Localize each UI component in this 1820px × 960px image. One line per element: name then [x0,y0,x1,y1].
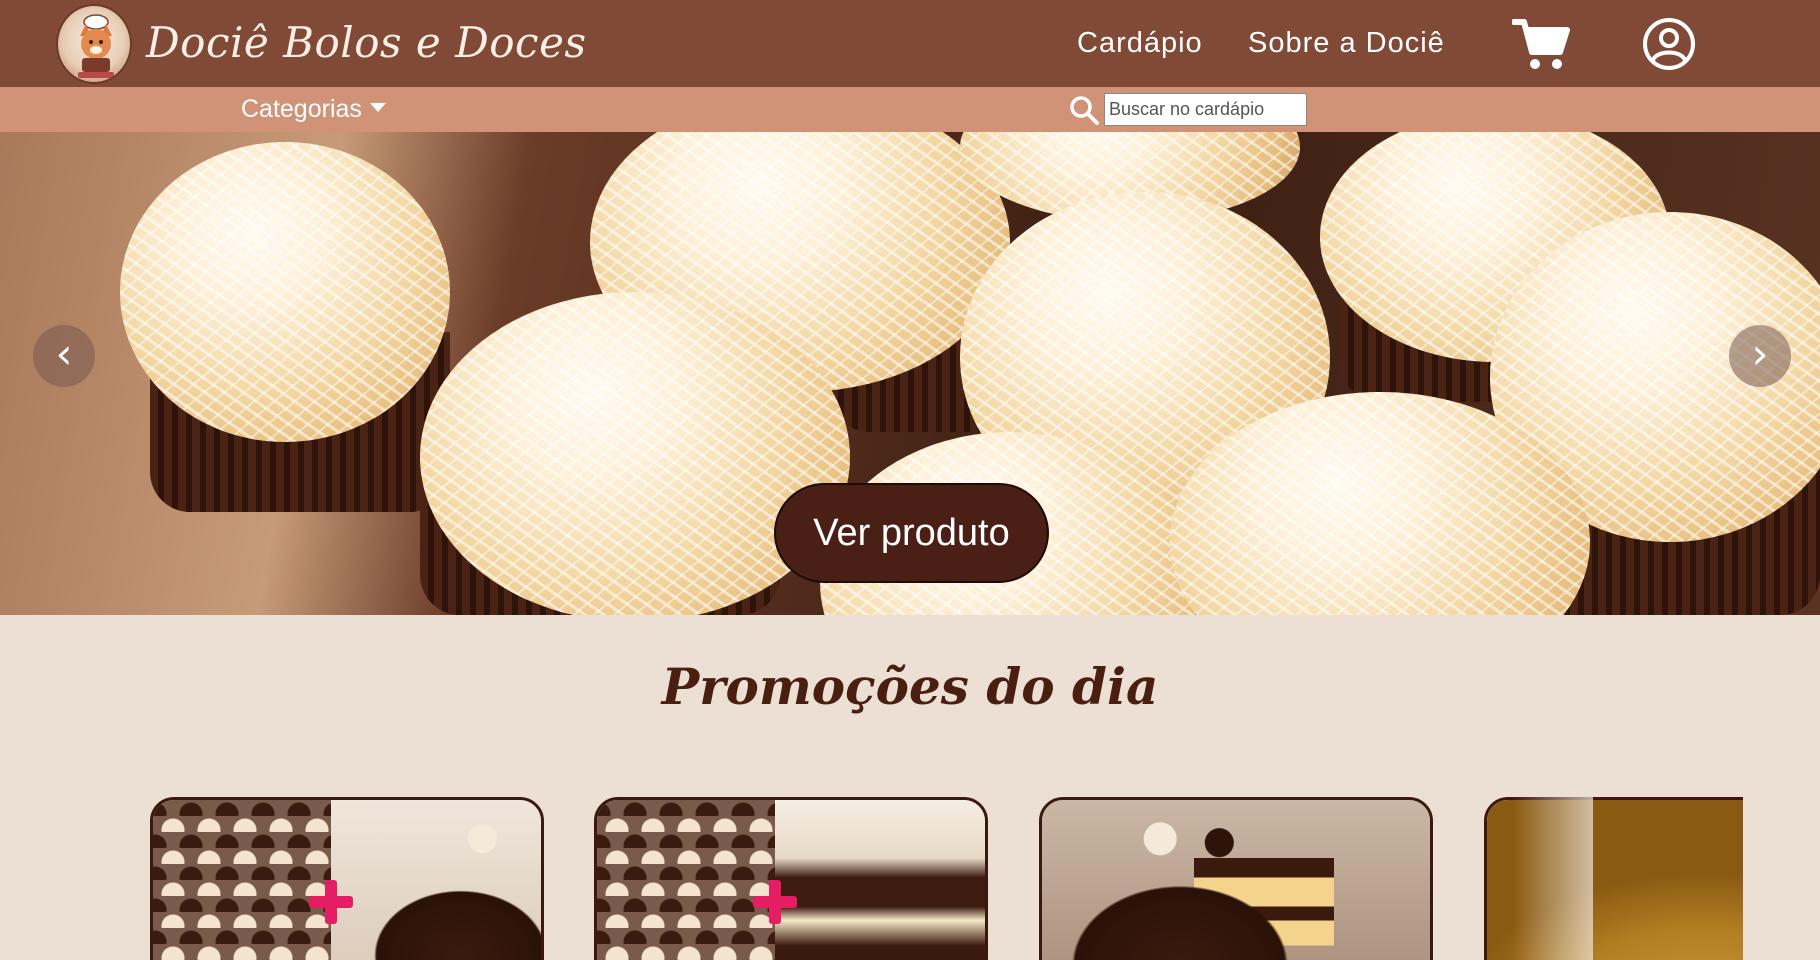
promo-card-image [153,800,331,960]
coconut-sweet [120,142,450,442]
chevron-left-icon[interactable]: ‹ [33,325,95,387]
plus-icon [309,880,353,924]
chevron-right-icon[interactable]: › [1729,325,1791,387]
promo-card[interactable] [150,797,544,960]
categories-label: Categorias [241,95,362,123]
bakery-fox-logo-icon[interactable] [56,4,132,84]
promo-card[interactable] [594,797,988,960]
cart-icon[interactable] [1511,16,1570,72]
view-product-button[interactable]: Ver produto [774,483,1049,583]
top-header: Dociê Bolos e Doces Cardápio Sobre a Doc… [0,0,1820,87]
brand-name[interactable]: Dociê Bolos e Doces [146,8,587,78]
nav-cardapio[interactable]: Cardápio [1077,22,1203,64]
promo-card-image [1042,800,1430,960]
carousel-fade-edge [1513,797,1593,960]
categories-dropdown[interactable]: Categorias [241,92,386,126]
plus-icon [753,880,797,924]
promo-card-image [597,800,775,960]
promo-card-image [331,800,541,960]
sub-navbar: Categorias [0,87,1820,132]
promo-card[interactable] [1039,797,1433,960]
search-icon[interactable] [1068,94,1100,126]
hero-carousel: ‹ › Ver produto [0,132,1820,615]
promotions-carousel [150,797,1743,960]
coconut-sweet [420,292,850,615]
promo-card-image [775,800,985,960]
promotions-title: Promoções do dia [661,657,1159,716]
search-input[interactable] [1104,93,1307,126]
user-circle-icon[interactable] [1642,17,1696,71]
caret-down-icon [369,102,386,112]
nav-sobre[interactable]: Sobre a Dociê [1248,22,1445,64]
